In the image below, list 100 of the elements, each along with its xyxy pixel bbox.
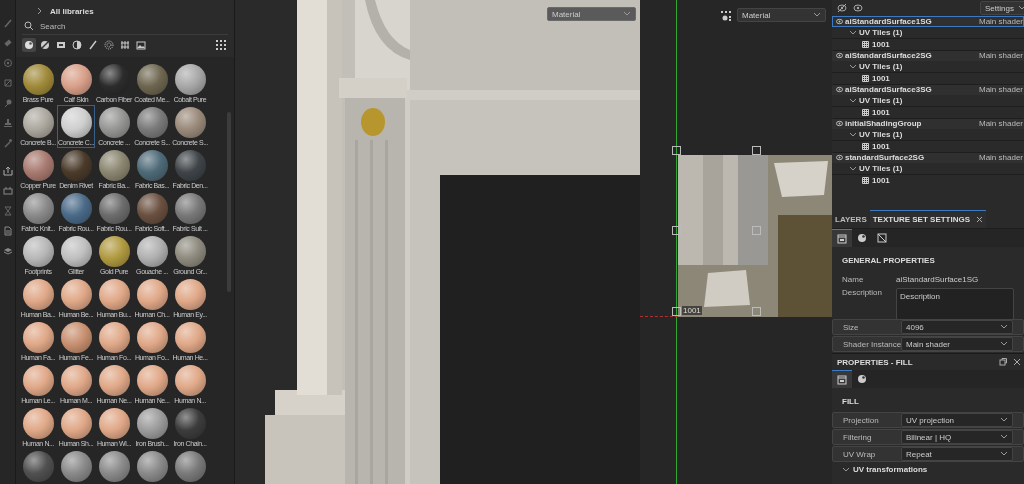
uv-tile-label[interactable]: 1001 — [872, 40, 890, 49]
material-sphere[interactable] — [98, 107, 130, 138]
material-sphere[interactable] — [98, 279, 130, 310]
material-sphere[interactable] — [174, 451, 206, 482]
chevron-icon[interactable] — [849, 62, 857, 71]
filter-button[interactable] — [134, 38, 148, 52]
material-mode-dropdown[interactable]: Material — [547, 7, 636, 21]
section-toggle[interactable]: UV transformations — [853, 465, 928, 474]
chevron-icon[interactable] — [842, 465, 850, 474]
eye-icon[interactable] — [853, 3, 863, 13]
undock-icon[interactable] — [999, 358, 1007, 366]
transform-handle[interactable] — [752, 307, 761, 316]
uv-tiles-label[interactable]: UV Tiles (1) — [859, 96, 903, 105]
material-sphere[interactable] — [98, 322, 130, 353]
uv-tiles-label[interactable]: UV Tiles (1) — [859, 28, 903, 37]
eye-icon[interactable] — [836, 120, 843, 127]
material-sphere[interactable] — [60, 451, 92, 482]
material-sphere[interactable] — [136, 193, 168, 224]
close-icon[interactable] — [1013, 358, 1021, 366]
material-sphere[interactable] — [174, 107, 206, 138]
visibility-toggle-icon[interactable] — [837, 3, 847, 13]
chevron-icon[interactable] — [849, 130, 857, 139]
material-sphere[interactable] — [60, 322, 92, 353]
uv-tile-label[interactable]: 1001 — [872, 176, 890, 185]
material-sphere[interactable] — [60, 279, 92, 310]
material-sphere[interactable] — [174, 236, 206, 267]
uv-tiles-label[interactable]: UV Tiles (1) — [859, 164, 903, 173]
material-sphere[interactable] — [136, 150, 168, 181]
material-sphere[interactable] — [22, 365, 54, 396]
material-sphere[interactable] — [136, 236, 168, 267]
filter-button[interactable] — [118, 38, 132, 52]
transform-handle[interactable] — [752, 226, 761, 235]
material-sphere[interactable] — [98, 451, 130, 482]
material-sphere[interactable] — [60, 193, 92, 224]
value-dropdown[interactable]: Bilinear | HQ — [901, 430, 1013, 444]
chevron-icon[interactable] — [849, 28, 857, 37]
material-sphere[interactable] — [22, 451, 54, 482]
panel-tab[interactable]: TEXTURE SET SETTINGS — [869, 210, 987, 228]
uv-tile-label[interactable]: 1001 — [872, 74, 890, 83]
texture-set-row[interactable]: aiStandardSurface3SG Main shader — [832, 84, 1024, 95]
close-icon[interactable] — [976, 216, 984, 223]
eye-icon[interactable] — [836, 18, 843, 25]
material-sphere[interactable] — [98, 408, 130, 439]
texture-set-row[interactable]: aiStandardSurface1SG Main shader — [832, 16, 1024, 27]
chevron-icon[interactable] — [849, 164, 857, 173]
value-dropdown[interactable]: 4096 — [901, 320, 1013, 334]
uv-tile-label[interactable]: 1001 — [872, 142, 890, 151]
panel-tab[interactable]: LAYERS — [832, 210, 870, 228]
material-sphere[interactable] — [136, 451, 168, 482]
material-sphere[interactable] — [98, 236, 130, 267]
material-sphere[interactable] — [22, 236, 54, 267]
material-sphere[interactable] — [22, 64, 54, 95]
chevron-icon[interactable] — [849, 96, 857, 105]
material-sphere[interactable] — [22, 193, 54, 224]
value-dropdown[interactable]: Repeat — [901, 447, 1013, 461]
display-settings-icon[interactable] — [721, 11, 731, 21]
material-sphere[interactable] — [98, 150, 130, 181]
eye-icon[interactable] — [836, 86, 843, 93]
material-sphere[interactable] — [60, 64, 92, 95]
eye-icon[interactable] — [836, 154, 843, 161]
material-sphere[interactable] — [136, 107, 168, 138]
material-sphere[interactable] — [60, 408, 92, 439]
material-sphere[interactable] — [174, 193, 206, 224]
material-sphere[interactable] — [174, 322, 206, 353]
material-sphere[interactable] — [22, 408, 54, 439]
material-sphere[interactable] — [174, 279, 206, 310]
material-sphere[interactable] — [22, 279, 54, 310]
texture-set-row[interactable]: standardSurface2SG Main shader — [832, 152, 1024, 163]
material-sphere[interactable] — [98, 365, 130, 396]
uv-tiles-label[interactable]: UV Tiles (1) — [859, 130, 903, 139]
material-sphere[interactable] — [60, 107, 92, 138]
material-sphere[interactable] — [22, 150, 54, 181]
channels-tab[interactable] — [832, 229, 852, 247]
material-sphere[interactable] — [136, 408, 168, 439]
material-sphere[interactable] — [136, 279, 168, 310]
material-sphere[interactable] — [98, 193, 130, 224]
material-sphere[interactable] — [22, 107, 54, 138]
value-dropdown[interactable]: Main shader — [901, 337, 1013, 351]
channels-tab[interactable] — [832, 370, 852, 388]
material-sphere[interactable] — [174, 365, 206, 396]
filter-button[interactable] — [22, 38, 36, 52]
document-icon[interactable] — [2, 226, 13, 236]
breadcrumb-link[interactable]: All libraries — [50, 6, 94, 16]
material-sphere[interactable] — [174, 64, 206, 95]
transform-handle[interactable] — [672, 146, 681, 155]
uv-tiles-label[interactable]: UV Tiles (1) — [859, 62, 903, 71]
transform-handle[interactable] — [672, 226, 681, 235]
settings-dropdown[interactable]: Settings — [980, 1, 1024, 15]
export-icon[interactable] — [2, 166, 13, 176]
polygon-fill-icon[interactable] — [2, 78, 13, 88]
projection-icon[interactable] — [2, 58, 13, 68]
search-field[interactable]: Search — [40, 21, 160, 31]
hourglass-icon[interactable] — [2, 206, 13, 216]
uv-viewport[interactable]: 1001 Material — [640, 0, 832, 484]
material-sphere[interactable] — [22, 322, 54, 353]
material-sphere[interactable] — [136, 64, 168, 95]
picker-icon[interactable] — [2, 138, 13, 148]
value-dropdown[interactable]: UV projection — [901, 413, 1013, 427]
description-field[interactable]: Description — [896, 288, 1014, 320]
texture-set-row[interactable]: aiStandardSurface2SG Main shader — [832, 50, 1024, 61]
